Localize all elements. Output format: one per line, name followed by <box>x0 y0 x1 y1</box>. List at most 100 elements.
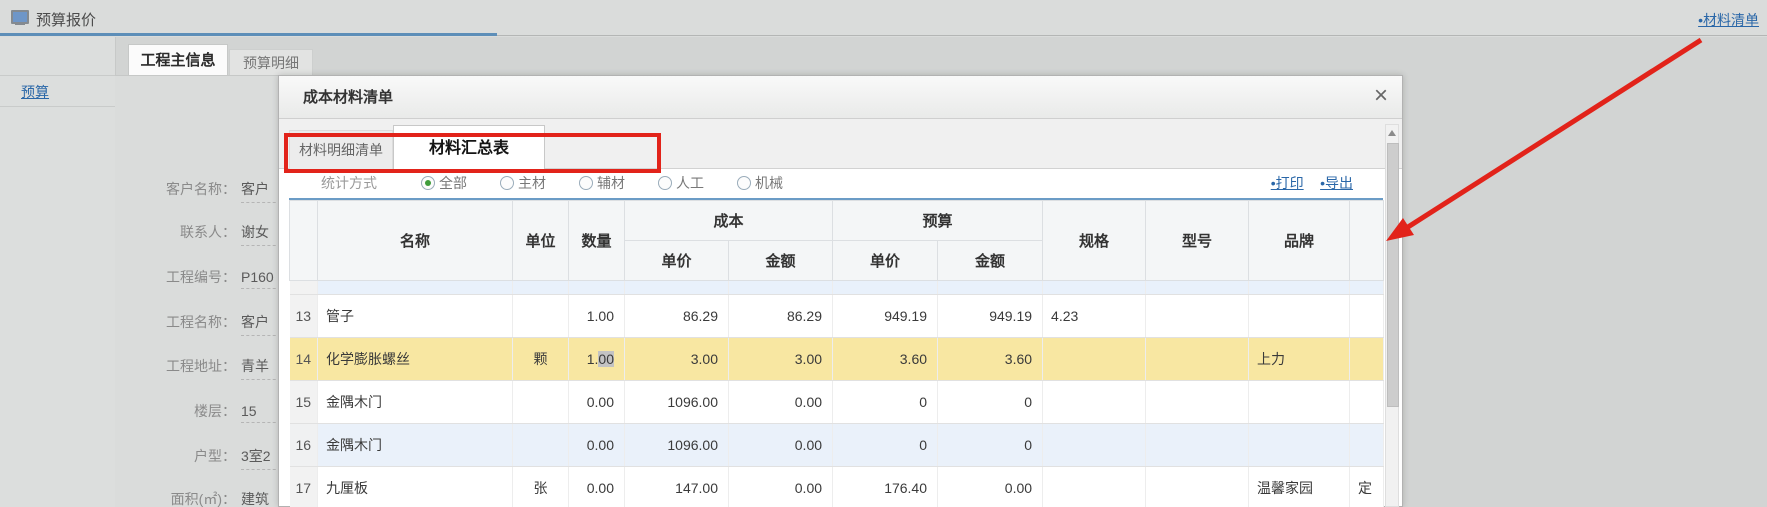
cell-extra <box>1350 381 1384 424</box>
col-header-name: 名称 <box>318 201 513 281</box>
cell-unit: 颗 <box>513 338 569 381</box>
cell-unit <box>513 424 569 467</box>
stat-option-全部[interactable]: 全部 <box>421 169 467 198</box>
form-field-value[interactable]: 15 <box>241 403 278 423</box>
form-field-value[interactable]: P160 <box>241 269 278 289</box>
cell-model <box>1146 338 1249 381</box>
cell-qty[interactable]: 0.00 <box>569 381 625 424</box>
tab-material-detail-list[interactable]: 材料明细清单 <box>289 130 393 169</box>
modal-tab-bar: 材料明细清单 材料汇总表 <box>279 119 1402 169</box>
cell-spec <box>1043 467 1146 507</box>
form-field: 面积(㎡)： 建筑 <box>115 489 278 507</box>
form-field-value[interactable]: 客户 <box>241 312 278 336</box>
stat-option-机械[interactable]: 机械 <box>737 169 783 198</box>
cell-budget-amount: 3.60 <box>938 338 1043 381</box>
cell-qty[interactable]: 0.00 <box>569 424 625 467</box>
col-header-brand: 品牌 <box>1249 201 1350 281</box>
cell-name: 金隅木门 <box>318 424 513 467</box>
material-list-link[interactable]: •材料清单 <box>1698 10 1759 30</box>
cell-cost-price: 147.00 <box>625 467 729 507</box>
cell-budget-price: 0 <box>833 424 938 467</box>
col-group-budget: 预算 <box>833 201 1043 241</box>
form-field-value[interactable]: 青羊 <box>241 356 278 380</box>
cell-brand <box>1249 295 1350 338</box>
export-link[interactable]: •导出 <box>1320 175 1353 191</box>
cell-cost-price: 86.29 <box>625 295 729 338</box>
table-header-row: 名称单位数量成本预算规格型号品牌 <box>290 201 1384 241</box>
cell-extra <box>1350 295 1384 338</box>
form-field-value[interactable]: 建筑 <box>241 489 278 507</box>
cell-rownum: 15 <box>290 381 318 424</box>
stat-method-label: 统计方式 <box>321 169 377 198</box>
table-row[interactable]: 16金隅木门0.001096.000.0000 <box>290 424 1384 467</box>
tab-material-summary[interactable]: 材料汇总表 <box>393 125 545 170</box>
scrollbar-thumb[interactable] <box>1387 143 1399 407</box>
tab-project-owner-info[interactable]: 工程主信息 <box>128 44 228 75</box>
form-field-value[interactable]: 谢女 <box>241 222 278 246</box>
form-field: 户型：3室2 <box>115 446 278 466</box>
form-field-label: 工程地址： <box>115 356 236 376</box>
form-field-label: 工程编号： <box>115 267 236 287</box>
cell-cost-amount: 0.00 <box>729 424 833 467</box>
modal-action-links: •打印 •导出 <box>1259 169 1353 198</box>
screen: 预算报价 •材料清单 预算 工程主信息 预算明细 客户名称：客户联系人：谢女工程… <box>0 0 1767 507</box>
col-header-budget-amount: 金额 <box>938 241 1043 281</box>
cell-spec: 4.23 <box>1043 295 1146 338</box>
tab-budget-detail[interactable]: 预算明细 <box>229 49 313 75</box>
computer-icon <box>11 10 29 26</box>
scroll-up-arrow-icon[interactable] <box>1388 130 1396 136</box>
cell-qty[interactable]: 1.00 <box>569 295 625 338</box>
selected-text: 00 <box>598 351 614 367</box>
modal-cost-material-list: 成本材料清单 × 材料明细清单 材料汇总表 统计方式 全部 主材 辅材 人工 机械 •打印… <box>278 75 1403 507</box>
cell-spec <box>1043 381 1146 424</box>
partial-row-top <box>290 281 1384 295</box>
table-row[interactable]: 14化学膨胀螺丝颗1.003.003.003.603.60上力 <box>290 338 1384 381</box>
form-field-label: 面积(㎡)： <box>115 489 236 507</box>
cell-cost-amount: 3.00 <box>729 338 833 381</box>
form-field-value[interactable]: 客户 <box>241 179 278 203</box>
cell-name: 九厘板 <box>318 467 513 507</box>
form-field-label: 户型： <box>115 446 236 466</box>
cell-budget-price: 3.60 <box>833 338 938 381</box>
form-field: 工程名称：客户 <box>115 312 278 332</box>
cell-rownum: 13 <box>290 295 318 338</box>
print-link[interactable]: •打印 <box>1271 175 1304 191</box>
cell-model <box>1146 467 1249 507</box>
radio-icon[interactable] <box>500 176 514 190</box>
sidebar-item-budget[interactable]: 预算 <box>0 75 115 107</box>
modal-header: 成本材料清单 × <box>279 76 1402 119</box>
modal-scrollbar[interactable] <box>1385 124 1399 507</box>
table-row[interactable]: 15金隅木门0.001096.000.0000 <box>290 381 1384 424</box>
stat-option-主材[interactable]: 主材 <box>500 169 546 198</box>
budget-link[interactable]: 预算 <box>21 84 49 100</box>
radio-icon[interactable] <box>421 176 435 190</box>
cell-cost-price: 1096.00 <box>625 381 729 424</box>
page-title: 预算报价 <box>36 9 96 30</box>
radio-icon[interactable] <box>579 176 593 190</box>
form-field-value[interactable]: 3室2 <box>241 446 278 470</box>
cell-model <box>1146 295 1249 338</box>
cell-cost-price: 1096.00 <box>625 424 729 467</box>
stat-option-辅材[interactable]: 辅材 <box>579 169 625 198</box>
table-row[interactable]: 13管子1.0086.2986.29949.19949.194.23 <box>290 295 1384 338</box>
close-icon[interactable]: × <box>1374 82 1388 110</box>
stat-option-人工[interactable]: 人工 <box>658 169 704 198</box>
cell-rownum: 14 <box>290 338 318 381</box>
col-header-qty: 数量 <box>569 201 625 281</box>
cell-qty[interactable]: 0.00 <box>569 467 625 507</box>
material-summary-table: 名称单位数量成本预算规格型号品牌单价金额单价金额13管子1.0086.2986.… <box>289 200 1384 507</box>
radio-icon[interactable] <box>658 176 672 190</box>
cell-cost-price: 3.00 <box>625 338 729 381</box>
table-row[interactable]: 17九厘板张0.00147.000.00176.400.00温馨家园定 <box>290 467 1384 507</box>
cell-cost-amount: 0.00 <box>729 467 833 507</box>
col-header-stub <box>1350 201 1384 281</box>
cell-spec <box>1043 338 1146 381</box>
modal-title: 成本材料清单 <box>303 76 393 119</box>
cell-name: 化学膨胀螺丝 <box>318 338 513 381</box>
cell-budget-amount: 0 <box>938 381 1043 424</box>
radio-icon[interactable] <box>737 176 751 190</box>
cell-brand <box>1249 381 1350 424</box>
cell-model <box>1146 381 1249 424</box>
cell-brand <box>1249 424 1350 467</box>
cell-qty[interactable]: 1.00 <box>569 338 625 381</box>
